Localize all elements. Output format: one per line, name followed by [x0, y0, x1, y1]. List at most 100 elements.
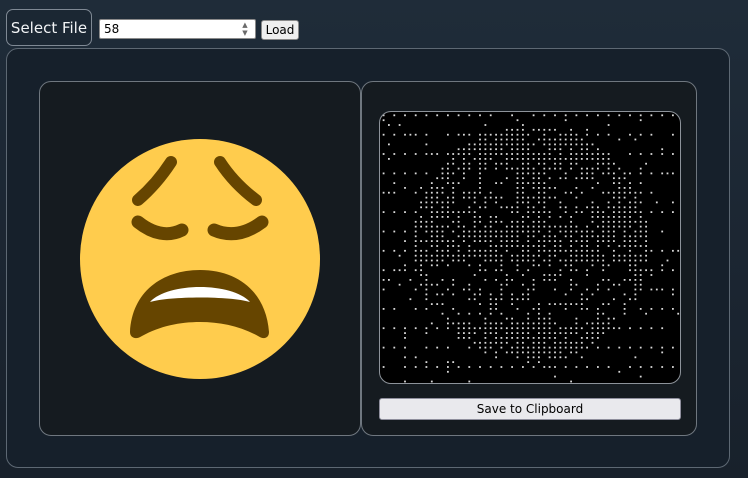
ascii-dot — [457, 327, 460, 330]
ascii-dot — [575, 322, 578, 325]
ascii-dot — [543, 279, 546, 281]
ascii-dot — [420, 216, 422, 218]
ascii-dot — [618, 196, 621, 199]
ascii-dot — [500, 230, 503, 233]
ascii-dot — [522, 191, 524, 194]
ascii-dot — [425, 172, 428, 175]
ascii-dot — [495, 148, 497, 151]
ascii-dot — [527, 337, 530, 339]
ascii-dot — [425, 201, 428, 204]
ascii-dot — [447, 211, 449, 213]
ascii-dot — [629, 220, 631, 223]
ascii-dot — [613, 206, 615, 209]
ascii-dot — [586, 346, 588, 349]
ascii-dot — [554, 303, 556, 305]
ascii-dot — [538, 361, 540, 363]
ascii-dot — [522, 153, 524, 155]
ascii-dot — [516, 341, 519, 344]
ascii-dot — [436, 283, 439, 286]
ascii-dot — [436, 191, 439, 194]
ascii-dot — [634, 191, 637, 194]
ascii-dot — [548, 196, 551, 199]
ascii-dot — [650, 366, 653, 368]
ascii-dot — [575, 153, 578, 155]
ascii-dot — [554, 196, 556, 199]
ascii-dot — [661, 114, 664, 117]
ascii-dot — [554, 351, 556, 354]
ascii-dot — [463, 322, 465, 325]
ascii-dot — [570, 158, 572, 160]
ascii-dot — [650, 274, 653, 276]
ascii-dot — [516, 351, 519, 354]
ascii-dot — [548, 216, 551, 218]
ascii-dot — [543, 187, 546, 189]
ascii-dot — [538, 356, 540, 359]
ascii-dot — [511, 167, 513, 170]
ascii-dot — [586, 269, 588, 272]
ascii-dot — [495, 220, 497, 223]
ascii-dot — [591, 220, 594, 223]
ascii-dot — [672, 269, 674, 272]
ascii-dot — [452, 293, 455, 296]
ascii-dot — [468, 196, 471, 199]
ascii-dot — [441, 230, 444, 233]
ascii-dot — [607, 167, 610, 170]
ascii-dot — [645, 220, 647, 223]
ascii-dot — [650, 288, 653, 291]
ascii-dot — [484, 322, 487, 325]
ascii-dot — [473, 254, 476, 257]
ascii-dot — [639, 201, 642, 204]
ascii-dot — [484, 235, 487, 238]
ascii-dot — [489, 191, 492, 194]
ascii-dot — [463, 133, 465, 136]
ascii-dot — [479, 138, 481, 141]
ascii-dot — [559, 216, 562, 218]
ascii-dot — [484, 346, 487, 349]
ascii-dot — [441, 191, 444, 194]
spinner-arrows-icon[interactable]: ▲ ▼ — [238, 21, 252, 37]
ascii-dot — [564, 366, 567, 368]
ascii-dot — [479, 235, 481, 238]
ascii-dot — [602, 303, 605, 305]
ascii-dot — [618, 201, 621, 204]
ascii-dot — [473, 235, 476, 238]
ascii-dot — [447, 264, 449, 267]
ascii-dot — [522, 366, 524, 368]
ascii-dot — [522, 254, 524, 257]
ascii-dot — [575, 133, 578, 136]
ascii-dot — [420, 249, 422, 252]
ascii-dot — [489, 346, 492, 349]
ascii-dot — [495, 162, 497, 165]
ascii-dot — [629, 254, 631, 257]
select-file-button[interactable]: Select File — [6, 9, 92, 46]
ascii-dot — [543, 245, 546, 247]
ascii-dot — [511, 138, 513, 141]
ascii-dot — [586, 230, 588, 233]
ascii-dot — [484, 249, 487, 252]
ascii-dot — [629, 172, 631, 175]
ascii-dot — [430, 201, 433, 204]
ascii-dot — [447, 172, 449, 175]
ascii-dot — [495, 332, 497, 334]
ascii-dot — [602, 211, 605, 213]
ascii-dot — [484, 162, 487, 165]
load-button[interactable]: Load — [261, 20, 299, 40]
ascii-dot — [543, 182, 546, 184]
ascii-dot — [613, 211, 615, 213]
ascii-dot — [495, 351, 497, 354]
ascii-dot — [522, 346, 524, 349]
ascii-dot — [554, 346, 556, 349]
ascii-dot — [548, 138, 551, 141]
ascii-dot — [629, 366, 631, 368]
ascii-dot — [484, 259, 487, 262]
ascii-dot — [500, 138, 503, 141]
ascii-dot — [393, 230, 396, 233]
ascii-dot — [538, 172, 540, 175]
ascii-dot — [634, 254, 637, 257]
ascii-dot — [436, 196, 439, 199]
ascii-dot — [425, 191, 428, 194]
ascii-dot — [489, 298, 492, 301]
save-to-clipboard-button[interactable]: Save to Clipboard — [379, 398, 681, 420]
ascii-dot — [629, 206, 631, 209]
number-input[interactable]: 58 ▲ ▼ — [99, 19, 256, 39]
